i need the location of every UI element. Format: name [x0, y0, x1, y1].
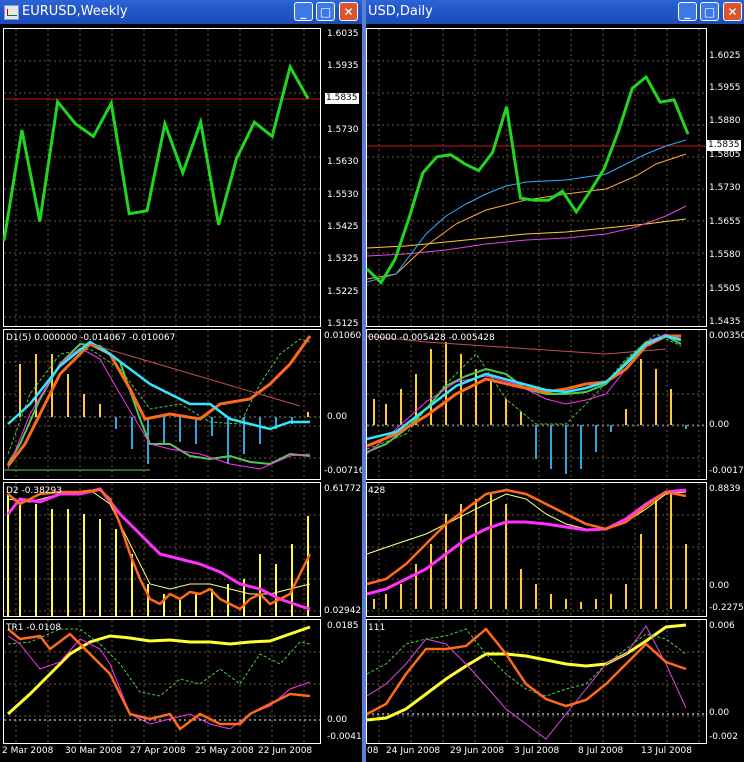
daily-ind1-plot	[366, 333, 706, 474]
daily-ind3-tick: 0.006	[709, 621, 735, 631]
weekly-price-tick: 1.6035	[327, 29, 359, 39]
weekly-ind3-frame	[3, 619, 321, 744]
weekly-ind1-tick: 0.010603	[324, 331, 362, 341]
daily-ind1-tick: 0.00	[709, 420, 730, 430]
daily-moving-averages	[366, 139, 687, 283]
weekly-ind3-tick: 0.0185	[327, 621, 359, 631]
daily-ind3-tick: -0.002	[709, 732, 739, 742]
daily-x-label: 24 Jun 2008	[386, 746, 441, 756]
daily-ind2-plot	[366, 488, 687, 609]
daily-ind1-tick: -0.00179	[709, 466, 744, 476]
daily-price-tick: 1.5580	[709, 250, 741, 260]
daily-ind2-tick: 0.00	[709, 581, 730, 591]
daily-x-label: 8 Jul 2008	[578, 746, 624, 756]
weekly-price-tick: 1.5935	[327, 61, 359, 71]
daily-price-tick: 1.6025	[709, 51, 741, 61]
weekly-x-label: 30 Mar 2008	[65, 746, 123, 756]
weekly-current-price-box: 1.5835	[325, 93, 359, 104]
daily-ind3-frame	[366, 619, 707, 744]
close-button[interactable]: ✕	[723, 2, 742, 21]
weekly-ind1-plot	[4, 335, 320, 471]
daily-price-line	[366, 74, 690, 285]
weekly-chart-window[interactable]: EURUSD,Weekly _ □ ✕ D1(5) 0.000000 -0.01…	[0, 0, 362, 762]
daily-price-tick: 1.5805	[709, 150, 741, 160]
weekly-price-tick: 1.5425	[327, 222, 359, 232]
daily-title-bar[interactable]: USD,Daily _ □ ✕	[366, 0, 744, 24]
daily-price-tick: 1.5730	[709, 183, 741, 193]
close-button[interactable]: ✕	[339, 2, 358, 21]
minimize-button[interactable]: _	[294, 2, 313, 21]
daily-x-label: 3 Jul 2008	[514, 746, 560, 756]
weekly-ind3-plot	[4, 625, 320, 731]
weekly-x-label: 27 Apr 2008	[130, 746, 186, 756]
maximize-button[interactable]: □	[316, 2, 335, 21]
weekly-ind1-tick: -0.00716	[324, 466, 362, 476]
daily-price-tick: 1.5880	[709, 116, 741, 126]
weekly-ind2-label: D2 -0.38293	[6, 486, 62, 496]
maximize-button[interactable]: □	[700, 2, 719, 21]
daily-ind3-label: 111	[368, 623, 386, 633]
minimize-button[interactable]: _	[678, 2, 697, 21]
weekly-x-label: 25 May 2008	[195, 746, 254, 756]
weekly-ind1-tick: 0.00	[327, 412, 348, 422]
daily-price-tick: 1.5955	[709, 83, 741, 93]
daily-x-label: 13 Jul 2008	[641, 746, 692, 756]
daily-ind2-tick: -0.22759	[709, 603, 744, 613]
weekly-ind2-tick: 0.02942	[324, 606, 362, 616]
weekly-x-label: 2 Mar 2008	[2, 746, 54, 756]
weekly-ind2-tick: 0.61772	[324, 484, 362, 494]
weekly-window-title: EURUSD,Weekly	[22, 4, 128, 19]
weekly-price-tick: 1.5325	[327, 254, 359, 264]
weekly-price-tick: 1.5225	[327, 287, 359, 297]
daily-price-tick: 1.5655	[709, 217, 741, 227]
daily-ind2-tick: 0.8839	[709, 484, 741, 494]
daily-ind2-label: 428	[368, 486, 386, 496]
weekly-ind3-tick: 0.00	[327, 715, 348, 725]
weekly-ind3-label: TR1 -0.0108	[6, 623, 62, 633]
daily-window-title: USD,Daily	[368, 4, 433, 19]
daily-chart-window[interactable]: USD,Daily _ □ ✕ 00000 -0.005428 -0.00542…	[366, 0, 744, 762]
daily-ind1-label: 00000 -0.005428 -0.005428	[368, 333, 495, 343]
weekly-price-tick: 1.5630	[327, 157, 359, 167]
weekly-title-bar[interactable]: EURUSD,Weekly _ □ ✕	[0, 0, 362, 24]
weekly-price-tick: 1.5125	[327, 319, 359, 329]
daily-price-tick: 1.5435	[709, 317, 741, 327]
weekly-x-label: 22 Jun 2008	[258, 746, 313, 756]
daily-x-label: 29 Jun 2008	[450, 746, 505, 756]
daily-x-label: 08	[367, 746, 379, 756]
weekly-price-tick: 1.5730	[327, 125, 359, 135]
weekly-price-frame	[3, 28, 321, 327]
daily-current-price-box: 1.5835	[707, 140, 741, 151]
chart-window-icon	[4, 5, 19, 20]
daily-price-tick: 1.5505	[709, 284, 741, 294]
daily-ind1-tick: 0.00350	[709, 331, 744, 341]
weekly-chart-canvas[interactable]	[0, 24, 362, 762]
weekly-ind1-label: D1(5) 0.000000 -0.014067 -0.010067	[6, 333, 176, 343]
weekly-price-tick: 1.5530	[327, 190, 359, 200]
daily-price-frame	[366, 28, 707, 327]
daily-ind3-plot	[366, 623, 706, 740]
weekly-ind2-plot	[6, 487, 312, 616]
weekly-ind3-tick: -0.0041	[327, 732, 362, 742]
daily-chart-canvas[interactable]	[366, 24, 744, 762]
daily-ind3-tick: 0.00	[709, 708, 730, 718]
